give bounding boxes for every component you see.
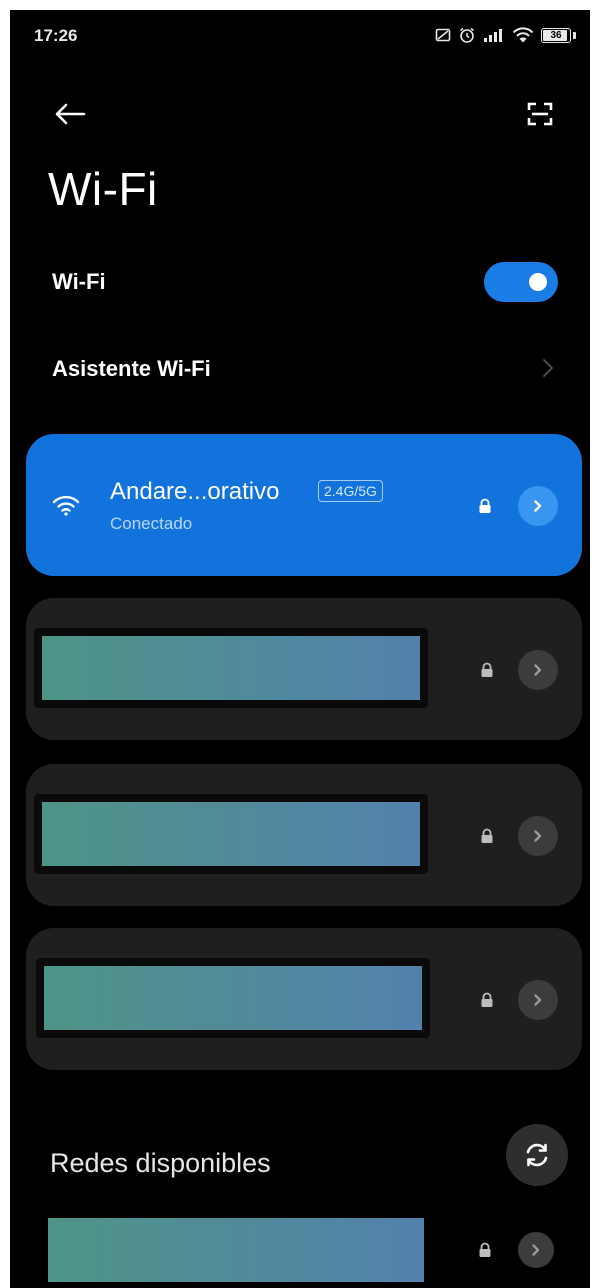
redaction-fill	[44, 966, 422, 1030]
saved-network-card[interactable]	[26, 598, 582, 740]
screenshot-icon	[435, 28, 451, 42]
band-badge: 2.4G/5G	[318, 480, 383, 502]
wifi-status-icon	[512, 27, 534, 43]
redaction-fill	[42, 802, 420, 866]
redacted-network-name	[36, 958, 430, 1038]
chevron-right-icon	[534, 500, 542, 512]
signal-icon	[484, 29, 502, 42]
status-icons: 36	[435, 24, 576, 46]
refresh-button[interactable]	[506, 1124, 568, 1186]
chevron-right-icon[interactable]	[540, 356, 556, 380]
redacted-available-network[interactable]	[48, 1218, 424, 1282]
scan-button[interactable]	[518, 92, 562, 136]
wifi-toggle-label: Wi-Fi	[52, 269, 106, 294]
lock-icon	[481, 828, 493, 843]
arrow-left-icon	[55, 103, 86, 125]
lock-icon	[479, 1242, 491, 1257]
chevron-right-icon	[534, 994, 542, 1006]
saved-network-card[interactable]	[26, 764, 582, 906]
alarm-icon	[460, 27, 474, 43]
battery-tip	[573, 31, 576, 39]
back-button[interactable]	[48, 92, 92, 136]
battery-level: 36	[550, 29, 562, 41]
network-details-button[interactable]	[518, 1232, 554, 1268]
refresh-icon	[526, 1143, 548, 1167]
battery-icon: 36	[541, 27, 571, 43]
lock-icon	[479, 498, 491, 513]
network-details-button[interactable]	[518, 486, 558, 526]
status-time: 17:26	[34, 26, 78, 45]
redacted-network-name	[34, 794, 428, 874]
saved-network-card[interactable]	[26, 928, 582, 1070]
status-bar: 17:26 36	[10, 10, 590, 62]
connection-status: Conectado	[110, 514, 193, 533]
connected-network-card[interactable]: Andare...orativo 2.4G/5G Conectado	[26, 434, 582, 576]
toggle-knob	[529, 273, 547, 291]
network-details-button[interactable]	[518, 650, 558, 690]
screen: 17:26 36 Wi-Fi Wi-Fi Asistente Wi-Fi And…	[10, 10, 590, 1288]
network-details-button[interactable]	[518, 980, 558, 1020]
lock-icon	[481, 662, 493, 677]
page-title: Wi-Fi	[48, 163, 158, 215]
network-name: Andare...orativo	[110, 478, 280, 505]
lock-icon	[481, 992, 493, 1007]
chevron-right-icon	[534, 830, 542, 842]
available-networks-title: Redes disponibles	[50, 1148, 271, 1178]
network-details-button[interactable]	[518, 816, 558, 856]
redacted-network-name	[34, 628, 428, 708]
chevron-right-icon	[534, 664, 542, 676]
chevron-right-icon	[532, 1244, 540, 1256]
qr-scan-icon	[527, 102, 553, 126]
assistant-row-label[interactable]: Asistente Wi-Fi	[52, 356, 211, 382]
wifi-toggle-switch[interactable]	[484, 262, 558, 302]
redaction-fill	[42, 636, 420, 700]
wifi-icon	[52, 495, 80, 516]
